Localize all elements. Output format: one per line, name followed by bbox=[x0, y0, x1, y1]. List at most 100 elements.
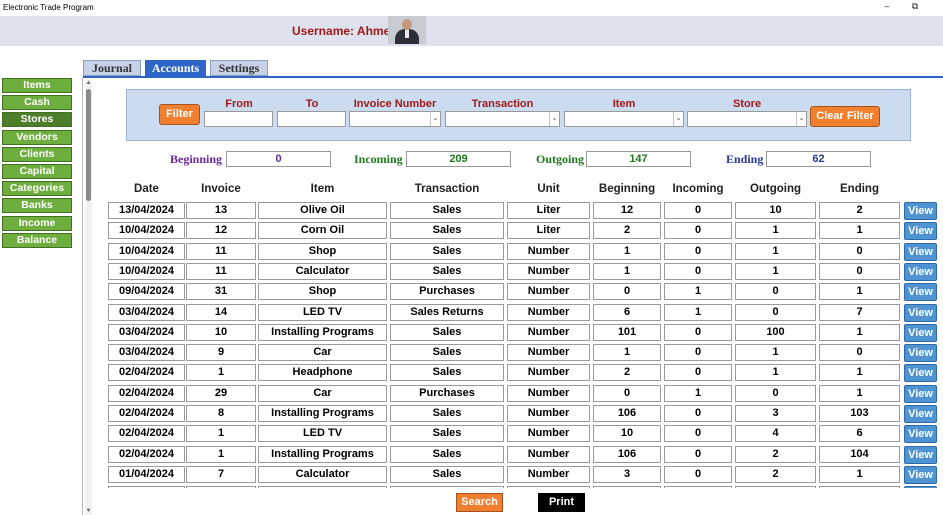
accounts-table: 13/04/2024 13 Olive Oil Sales Liter 12 0 10 2 Vie… bbox=[104, 199, 940, 488]
cell-date: 09/04/2024 bbox=[108, 283, 185, 300]
to-input[interactable] bbox=[277, 111, 346, 127]
cell-item bbox=[258, 486, 387, 488]
cell-date bbox=[108, 486, 185, 488]
table-row[interactable]: 03/04/2024 14 LED TV Sales Returns Number 6 1 0… bbox=[104, 304, 940, 322]
sidebar-item-clients[interactable]: Clients bbox=[2, 146, 72, 162]
cell-item: LED TV bbox=[258, 425, 387, 442]
vertical-scrollbar[interactable]: ▲ ▼ bbox=[85, 80, 92, 515]
column-header-outgoing: Outgoing bbox=[749, 183, 802, 195]
cell-unit: Number bbox=[507, 425, 590, 442]
view-button[interactable]: View bbox=[904, 324, 937, 342]
cell-transaction: Purchases bbox=[390, 385, 504, 402]
cell-incoming: 0 bbox=[664, 364, 732, 381]
view-button[interactable]: View bbox=[904, 222, 937, 240]
tab-underline bbox=[83, 76, 943, 78]
tab-journal[interactable]: Journal bbox=[83, 60, 141, 76]
tab-accounts[interactable]: Accounts bbox=[145, 60, 206, 76]
table-row[interactable]: 02/04/2024 8 Installing Programs Sales Numbe… bbox=[104, 405, 940, 423]
from-label: From bbox=[225, 98, 253, 110]
column-header-beginning: Beginning bbox=[598, 183, 656, 195]
cell-transaction: Sales bbox=[390, 202, 504, 219]
cell-ending: 1 bbox=[819, 466, 900, 483]
cell-invoice: 12 bbox=[186, 222, 256, 239]
cell-item: Calculator bbox=[258, 466, 387, 483]
sidebar-item-stores[interactable]: Stores bbox=[2, 112, 72, 128]
clear-filter-button[interactable]: Clear Filter bbox=[810, 106, 880, 127]
store-select[interactable]: ⌄ bbox=[687, 111, 807, 127]
view-button[interactable]: View bbox=[904, 385, 937, 403]
avatar-head bbox=[402, 19, 412, 30]
table-row[interactable]: 01/04/2024 7 Calculator Sales Number 3 0 2 1 View bbox=[104, 466, 940, 484]
cell-beginning: 10 bbox=[593, 425, 661, 442]
print-button[interactable]: Print bbox=[538, 493, 585, 512]
table-row[interactable]: 10/04/2024 11 Calculator Sales Number 1 0 1 0 Vie… bbox=[104, 263, 940, 281]
cell-unit: Number bbox=[507, 364, 590, 381]
cell-unit bbox=[507, 486, 590, 488]
sidebar-item-categories[interactable]: Categories bbox=[2, 181, 72, 197]
cell-incoming: 0 bbox=[664, 466, 732, 483]
transaction-select[interactable]: ⌄ bbox=[445, 111, 560, 127]
view-button[interactable]: View bbox=[904, 486, 937, 488]
view-button[interactable]: View bbox=[904, 283, 937, 301]
view-button[interactable]: View bbox=[904, 263, 937, 281]
view-button[interactable]: View bbox=[904, 364, 937, 382]
cell-beginning: 1 bbox=[593, 263, 661, 280]
cell-date: 10/04/2024 bbox=[108, 243, 185, 260]
cell-outgoing: 1 bbox=[735, 263, 816, 280]
chevron-down-icon: ⌄ bbox=[430, 112, 440, 126]
view-button[interactable]: View bbox=[904, 304, 937, 322]
sidebar-item-cash[interactable]: Cash bbox=[2, 95, 72, 111]
view-button[interactable]: View bbox=[904, 202, 937, 220]
cell-unit: Number bbox=[507, 263, 590, 280]
sidebar-item-capital[interactable]: Capital bbox=[2, 164, 72, 179]
table-row[interactable]: 02/04/2024 1 LED TV Sales Number 10 0 4 6 View bbox=[104, 425, 940, 443]
table-row[interactable]: 03/04/2024 10 Installing Programs Sales Numb… bbox=[104, 324, 940, 342]
cell-transaction: Sales bbox=[390, 222, 504, 239]
view-button[interactable]: View bbox=[904, 425, 937, 443]
cell-unit: Number bbox=[507, 405, 590, 422]
store-label: Store bbox=[732, 98, 762, 110]
tab-settings[interactable]: Settings bbox=[210, 60, 268, 76]
table-row[interactable]: 09/04/2024 31 Shop Purchases Number 0 1 0 1 View bbox=[104, 283, 940, 301]
table-row[interactable]: 02/04/2024 1 Headphone Sales Number 2 0 1 1 View bbox=[104, 364, 940, 382]
sidebar-item-vendors[interactable]: Vendors bbox=[2, 129, 72, 145]
table-row[interactable]: 10/04/2024 12 Corn Oil Sales Liter 2 0 1 1 View bbox=[104, 222, 940, 240]
incoming-total-label: Incoming bbox=[354, 152, 403, 166]
from-input[interactable] bbox=[204, 111, 273, 127]
cell-invoice: 10 bbox=[186, 324, 256, 341]
cell-date: 01/04/2024 bbox=[108, 466, 185, 483]
content-divider bbox=[82, 78, 83, 515]
sidebar-item-banks[interactable]: Banks bbox=[2, 198, 72, 214]
item-select[interactable]: ⌄ bbox=[564, 111, 684, 127]
cell-transaction: Sales bbox=[390, 364, 504, 381]
minimize-icon[interactable]: – bbox=[880, 1, 894, 11]
view-button[interactable]: View bbox=[904, 405, 937, 423]
sidebar-item-income[interactable]: Income bbox=[2, 215, 72, 231]
table-row[interactable]: 02/04/2024 1 Installing Programs Sales Numbe… bbox=[104, 446, 940, 464]
view-button[interactable]: View bbox=[904, 446, 937, 464]
cell-invoice: 13 bbox=[186, 202, 256, 219]
search-button[interactable]: Search bbox=[456, 493, 503, 512]
table-row[interactable]: View bbox=[104, 486, 940, 488]
cell-outgoing: 1 bbox=[735, 222, 816, 239]
view-button[interactable]: View bbox=[904, 344, 937, 362]
table-row[interactable]: 03/04/2024 9 Car Sales Number 1 0 1 0 View bbox=[104, 344, 940, 362]
cell-transaction: Sales bbox=[390, 263, 504, 280]
sidebar-item-balance[interactable]: Balance bbox=[2, 232, 72, 248]
invoice-number-select[interactable]: ⌄ bbox=[349, 111, 441, 127]
scroll-up-icon[interactable]: ▲ bbox=[85, 80, 92, 86]
filter-button[interactable]: Filter bbox=[159, 104, 200, 125]
table-row[interactable]: 13/04/2024 13 Olive Oil Sales Liter 12 0 10 2 Vie… bbox=[104, 202, 940, 220]
maximize-icon[interactable]: ⧉ bbox=[908, 1, 922, 12]
view-button[interactable]: View bbox=[904, 466, 937, 484]
cell-incoming: 1 bbox=[664, 283, 732, 300]
scroll-thumb[interactable] bbox=[86, 89, 91, 201]
cell-beginning: 2 bbox=[593, 364, 661, 381]
table-row[interactable]: 02/04/2024 29 Car Purchases Number 0 1 0 1 View bbox=[104, 385, 940, 403]
cell-beginning: 106 bbox=[593, 446, 661, 463]
table-row[interactable]: 10/04/2024 11 Shop Sales Number 1 0 1 0 View bbox=[104, 243, 940, 261]
scroll-down-icon[interactable]: ▼ bbox=[85, 508, 92, 514]
view-button[interactable]: View bbox=[904, 243, 937, 261]
sidebar-item-items[interactable]: Items bbox=[2, 78, 72, 93]
cell-item: Calculator bbox=[258, 263, 387, 280]
